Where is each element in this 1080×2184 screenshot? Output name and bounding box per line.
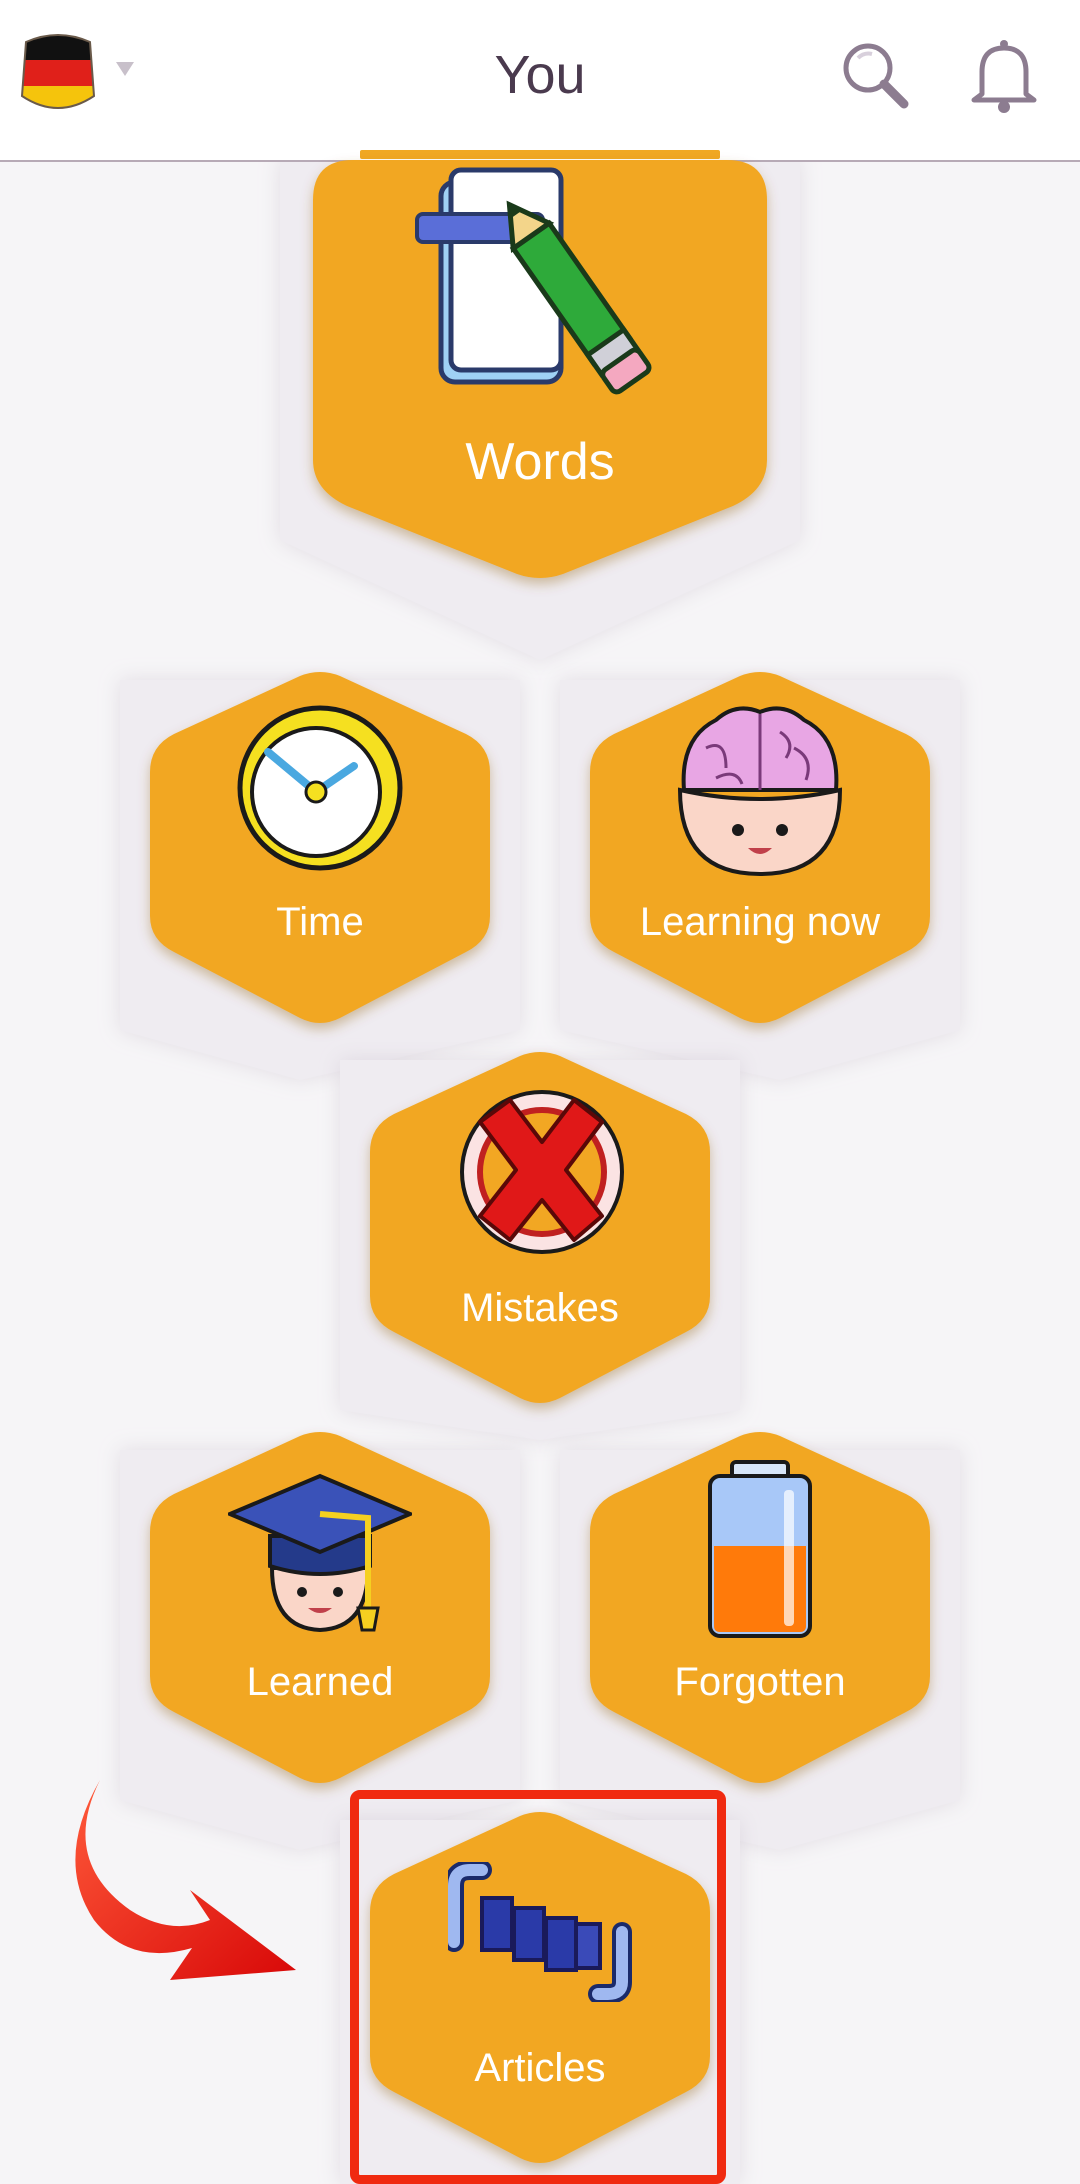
graduation-cap-icon [224, 1458, 416, 1638]
tile-mistakes[interactable]: Mistakes [370, 1048, 710, 1408]
tile-time[interactable]: Time [150, 668, 490, 1028]
tile-label: Learning now [639, 900, 881, 944]
top-app-bar: You [0, 0, 1080, 162]
highlight-box [350, 1790, 726, 2184]
tile-forgotten[interactable]: Forgotten [590, 1428, 930, 1788]
tile-label: Words [465, 433, 615, 491]
bell-icon[interactable] [962, 34, 1046, 118]
red-arrow-icon [60, 1770, 320, 1980]
tile-learning-now[interactable]: Learning now [590, 668, 930, 1028]
tile-label: Mistakes [461, 1286, 619, 1330]
brain-icon [676, 698, 844, 878]
tile-label: Forgotten [674, 1660, 846, 1704]
page-title: You [494, 45, 586, 105]
tile-label: Time [276, 900, 364, 944]
tab-indicator [360, 150, 720, 159]
battery-icon [706, 1460, 814, 1640]
tile-learned[interactable]: Learned [150, 1428, 490, 1788]
red-x-icon [450, 1082, 630, 1258]
tile-label: Learned [246, 1660, 394, 1704]
tile-words[interactable]: Words [313, 160, 767, 580]
search-icon[interactable] [832, 34, 916, 118]
notebook-pencil-icon [413, 162, 663, 402]
clock-icon [232, 696, 408, 876]
